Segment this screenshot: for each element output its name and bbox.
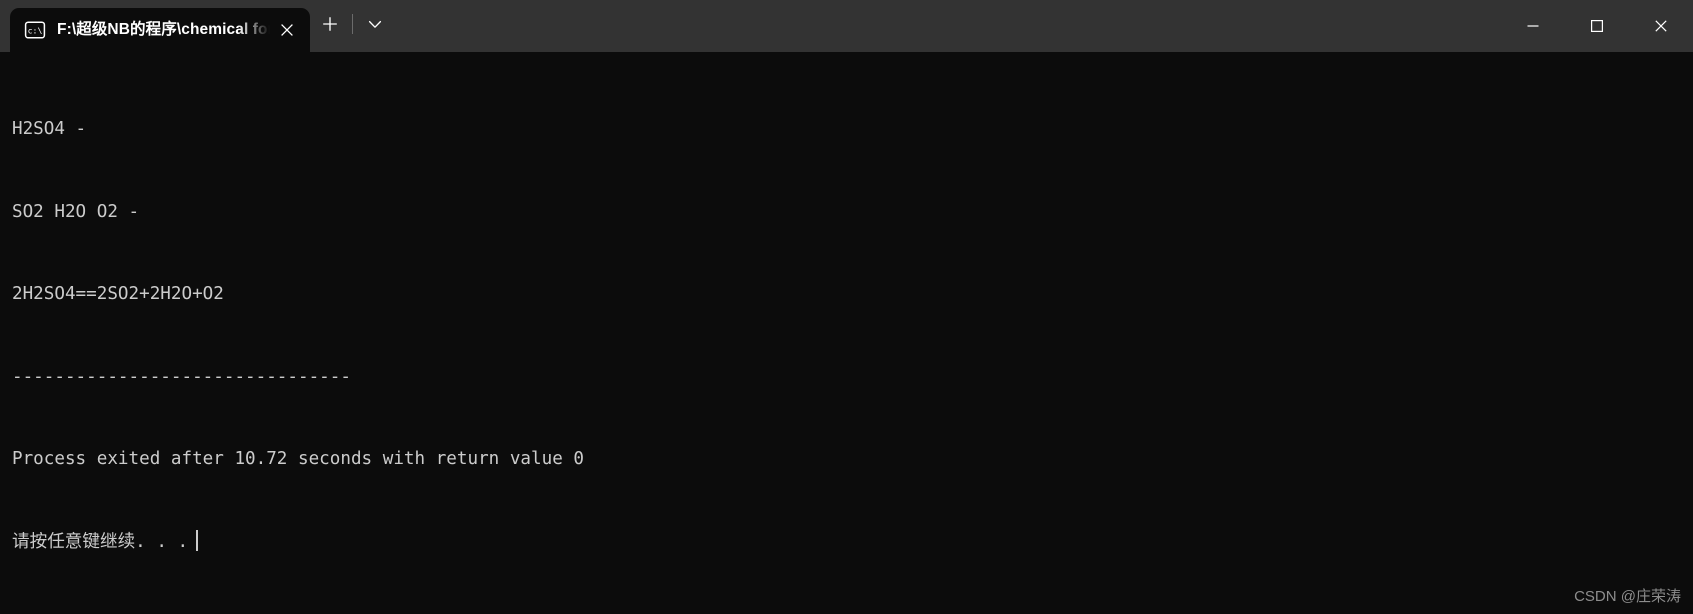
terminal-line-process-exited: Process exited after 10.72 seconds with … [12, 449, 584, 469]
minimize-button[interactable] [1501, 0, 1565, 52]
chevron-down-icon[interactable] [355, 4, 395, 44]
title-bar: c:\ F:\超级NB的程序\chemical for [0, 0, 1693, 52]
console-icon: c:\ [24, 19, 46, 41]
tab-actions [310, 0, 395, 52]
terminal-lines: H2SO4 - SO2 H2O O2 - 2H2SO4==2SO2+2H2O+O… [12, 61, 1693, 611]
terminal-line: 2H2SO4==2SO2+2H2O+O2 [12, 284, 224, 304]
terminal-line-press-any-key-text: 请按任意键继续. . . [12, 531, 189, 552]
window-controls [1501, 0, 1693, 52]
maximize-button[interactable] [1565, 0, 1629, 52]
new-tab-button[interactable] [310, 4, 350, 44]
terminal-output-area[interactable]: H2SO4 - SO2 H2O O2 - 2H2SO4==2SO2+2H2O+O… [0, 52, 1693, 614]
terminal-window: c:\ F:\超级NB的程序\chemical for H2SO4 - SO2 … [0, 0, 1693, 614]
tab-title: F:\超级NB的程序\chemical for [57, 21, 270, 38]
terminal-line-separator: -------------------------------- [12, 366, 351, 387]
toolbar-separator [352, 14, 353, 34]
tab-close-icon[interactable] [272, 15, 302, 45]
window-close-button[interactable] [1629, 0, 1693, 52]
terminal-line: H2SO4 - [12, 119, 87, 139]
watermark: CSDN @庄荣涛 [1574, 588, 1681, 605]
tab-console[interactable]: c:\ F:\超级NB的程序\chemical for [10, 8, 310, 52]
svg-text:c:\: c:\ [28, 26, 43, 36]
terminal-line-press-any-key: 请按任意键继续. . . [12, 529, 1693, 557]
tab-strip: c:\ F:\超级NB的程序\chemical for [0, 0, 395, 52]
terminal-line: SO2 H2O O2 - [12, 201, 140, 222]
titlebar-drag-region[interactable] [395, 0, 1501, 52]
terminal-cursor [196, 529, 199, 551]
